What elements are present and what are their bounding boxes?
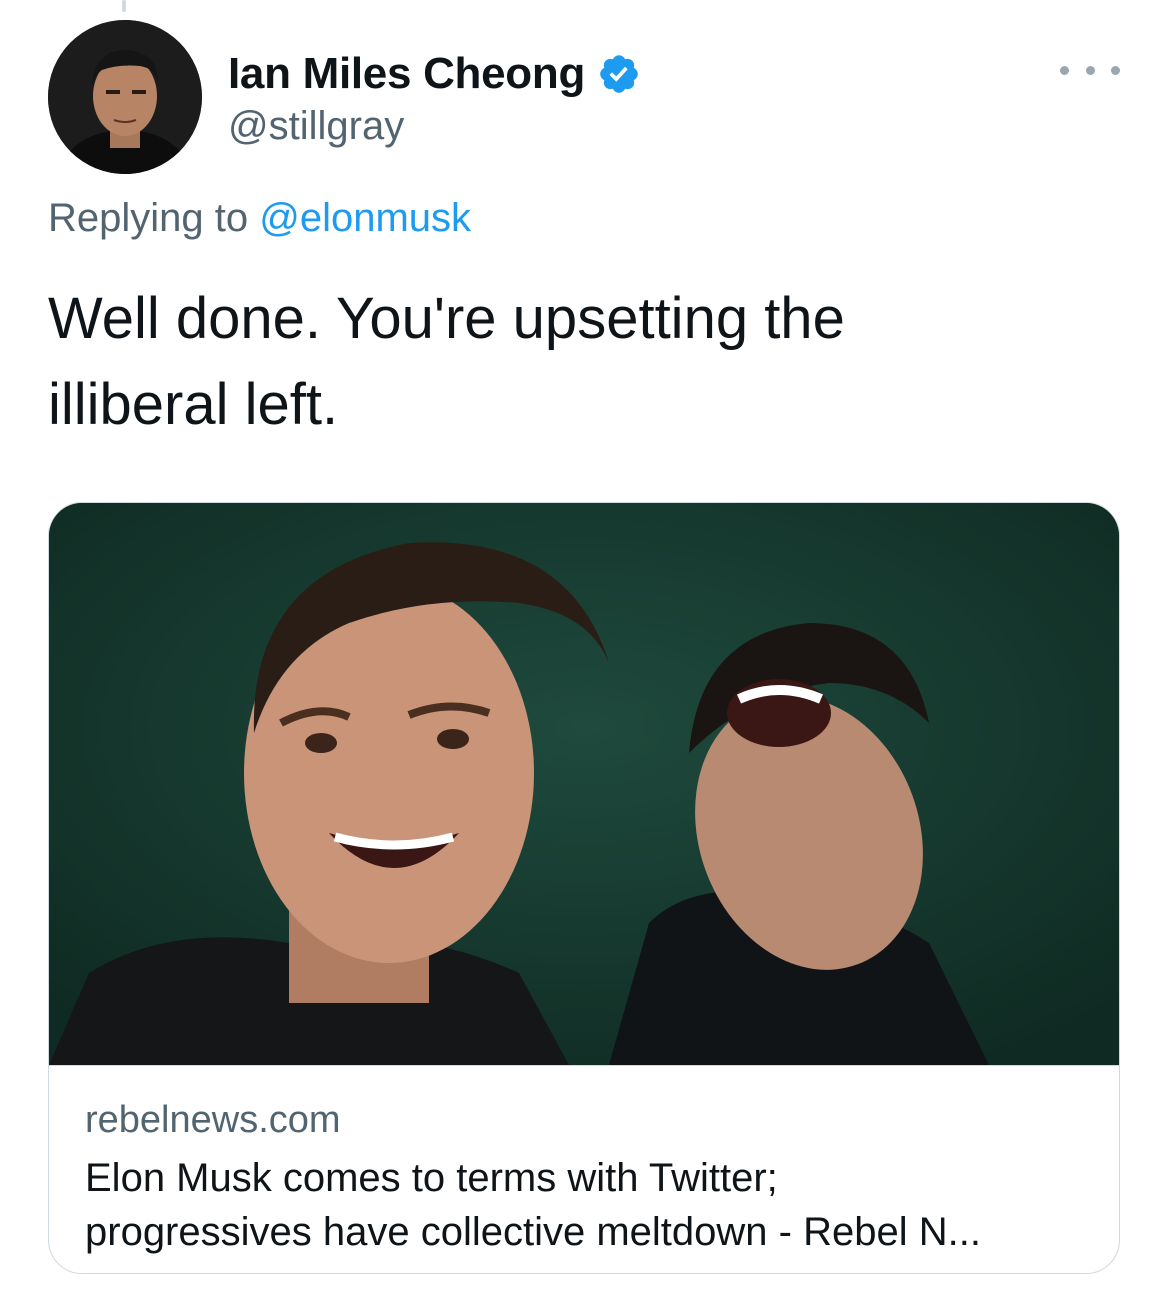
replying-to-prefix: Replying to	[48, 196, 260, 240]
author-name-row[interactable]: Ian Miles Cheong	[228, 44, 641, 104]
replying-to: Replying to @elonmusk	[48, 196, 471, 241]
more-options-icon[interactable]	[1060, 58, 1120, 82]
tweet-text: Well done. You're upsetting the illibera…	[48, 286, 845, 437]
profile-photo-icon	[48, 20, 202, 174]
avatar[interactable]	[48, 20, 202, 174]
link-preview-photo-icon	[49, 503, 1119, 1065]
more-dot	[1085, 65, 1095, 75]
card-image[interactable]	[49, 503, 1119, 1066]
card-title: Elon Musk comes to terms with Twitter; p…	[85, 1156, 981, 1254]
author-handle[interactable]: @stillgray	[228, 104, 404, 149]
more-dot	[1111, 65, 1120, 75]
thread-connector-line	[122, 0, 126, 12]
author-display-name[interactable]: Ian Miles Cheong	[228, 49, 585, 99]
verified-badge-icon	[597, 52, 641, 96]
more-dot	[1060, 65, 1069, 75]
mention-link[interactable]: @elonmusk	[259, 196, 471, 240]
link-preview-card[interactable]: rebelnews.com Elon Musk comes to terms w…	[48, 502, 1120, 1274]
tweet: Ian Miles Cheong @stillgray Replying to …	[0, 0, 1170, 1293]
card-domain: rebelnews.com	[85, 1099, 341, 1141]
